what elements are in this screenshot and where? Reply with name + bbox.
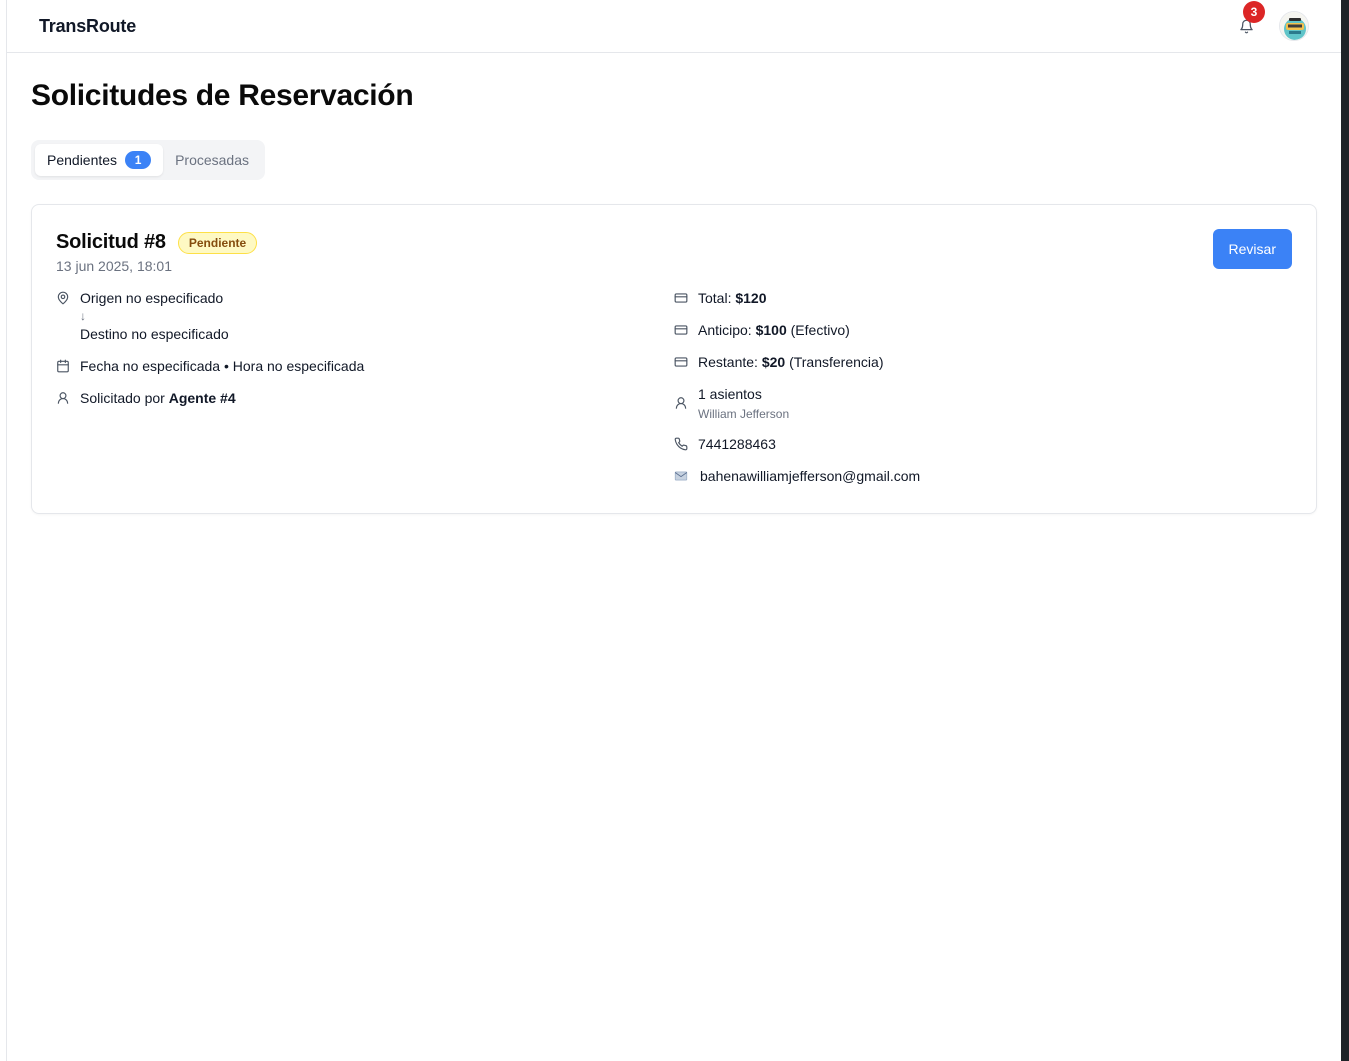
window-right-edge	[1341, 0, 1349, 1061]
destination-text: Destino no especificado	[80, 326, 229, 342]
remaining-text: Restante: $20 (Transferencia)	[698, 352, 883, 372]
status-badge: Pendiente	[177, 231, 258, 254]
tab-label: Pendientes	[47, 152, 118, 168]
credit-card-icon	[674, 320, 688, 340]
total-value: $120	[735, 290, 767, 306]
app-container: TransRoute 3 Solicitudes de Reservación …	[7, 0, 1341, 1061]
request-details: Origen no especificado ↓ Destino no espe…	[56, 288, 1292, 498]
header-actions: 3	[1235, 1, 1309, 41]
pending-count-badge: 1	[125, 151, 152, 169]
schedule-row: Fecha no especificada • Hora no especifi…	[56, 356, 674, 376]
main-content: Solicitudes de Reservación Pendientes 1 …	[7, 53, 1341, 514]
user-icon	[674, 393, 688, 413]
total-text: Total: $120	[698, 288, 767, 308]
requester-prefix: Solicitado por	[80, 390, 165, 406]
page-title: Solicitudes de Reservación	[31, 79, 414, 112]
tabs-list: Pendientes 1 Procesadas	[31, 140, 265, 180]
request-title: Solicitud #8	[56, 231, 166, 253]
requester-row: Solicitado por Agente #4	[56, 388, 674, 408]
avatar-image	[1280, 12, 1308, 40]
advance-row: Anticipo: $100 (Efectivo)	[674, 320, 1292, 340]
phone-row: 7441288463	[674, 434, 1292, 454]
schedule-text: Fecha no especificada • Hora no especifi…	[80, 358, 365, 374]
seats-row: 1 asientos William Jefferson	[674, 384, 1292, 422]
origin-text: Origen no especificado	[80, 290, 224, 306]
notifications-button[interactable]: 3	[1235, 1, 1265, 37]
phone-icon	[674, 434, 688, 454]
arrow-down-icon: ↓	[80, 309, 86, 323]
payment-column: Total: $120 Anticipo: $100 (Efectivo) Re…	[674, 288, 1292, 498]
remaining-row: Restante: $20 (Transferencia)	[674, 352, 1292, 372]
envelope-icon	[674, 466, 690, 486]
remaining-label: Restante:	[698, 354, 758, 370]
phone-text: 7441288463	[698, 436, 776, 452]
request-card: Solicitud #8 Pendiente 13 jun 2025, 18:0…	[31, 204, 1317, 514]
route-column: Origen no especificado ↓ Destino no espe…	[56, 288, 674, 498]
advance-value: $100	[755, 322, 787, 338]
user-avatar[interactable]	[1279, 11, 1309, 41]
email-text: bahenawilliamjefferson@gmail.com	[700, 468, 921, 484]
brand-name[interactable]: TransRoute	[39, 16, 136, 37]
passenger-name: William Jefferson	[698, 407, 790, 421]
user-icon	[56, 388, 70, 408]
remaining-value: $20	[761, 354, 786, 370]
request-date: 13 jun 2025, 18:01	[56, 258, 172, 274]
calendar-icon	[56, 356, 70, 376]
route-row: Origen no especificado ↓ Destino no espe…	[56, 288, 674, 344]
advance-label: Anticipo:	[698, 322, 752, 338]
tab-label: Procesadas	[175, 152, 249, 168]
route-info: Origen no especificado ↓ Destino no espe…	[80, 288, 229, 344]
email-row: bahenawilliamjefferson@gmail.com	[674, 466, 1292, 486]
requester-text: Solicitado por Agente #4	[80, 388, 236, 408]
credit-card-icon	[674, 352, 688, 372]
credit-card-icon	[674, 288, 688, 308]
seats-info: 1 asientos William Jefferson	[698, 384, 789, 422]
advance-method: (Efectivo)	[790, 322, 850, 338]
tab-procesadas[interactable]: Procesadas	[163, 144, 261, 176]
requester-name: Agente #4	[168, 390, 236, 406]
total-row: Total: $120	[674, 288, 1292, 308]
review-button[interactable]: Revisar	[1212, 229, 1292, 269]
advance-text: Anticipo: $100 (Efectivo)	[698, 320, 850, 340]
total-label: Total:	[698, 290, 732, 306]
remaining-method: (Transferencia)	[789, 354, 884, 370]
map-pin-icon	[56, 288, 70, 308]
top-header: TransRoute 3	[7, 0, 1341, 53]
request-header: Solicitud #8 Pendiente	[56, 231, 1292, 254]
tab-pendientes[interactable]: Pendientes 1	[35, 144, 164, 176]
notification-count-badge: 3	[1243, 1, 1265, 23]
seats-count: 1 asientos	[698, 386, 762, 402]
